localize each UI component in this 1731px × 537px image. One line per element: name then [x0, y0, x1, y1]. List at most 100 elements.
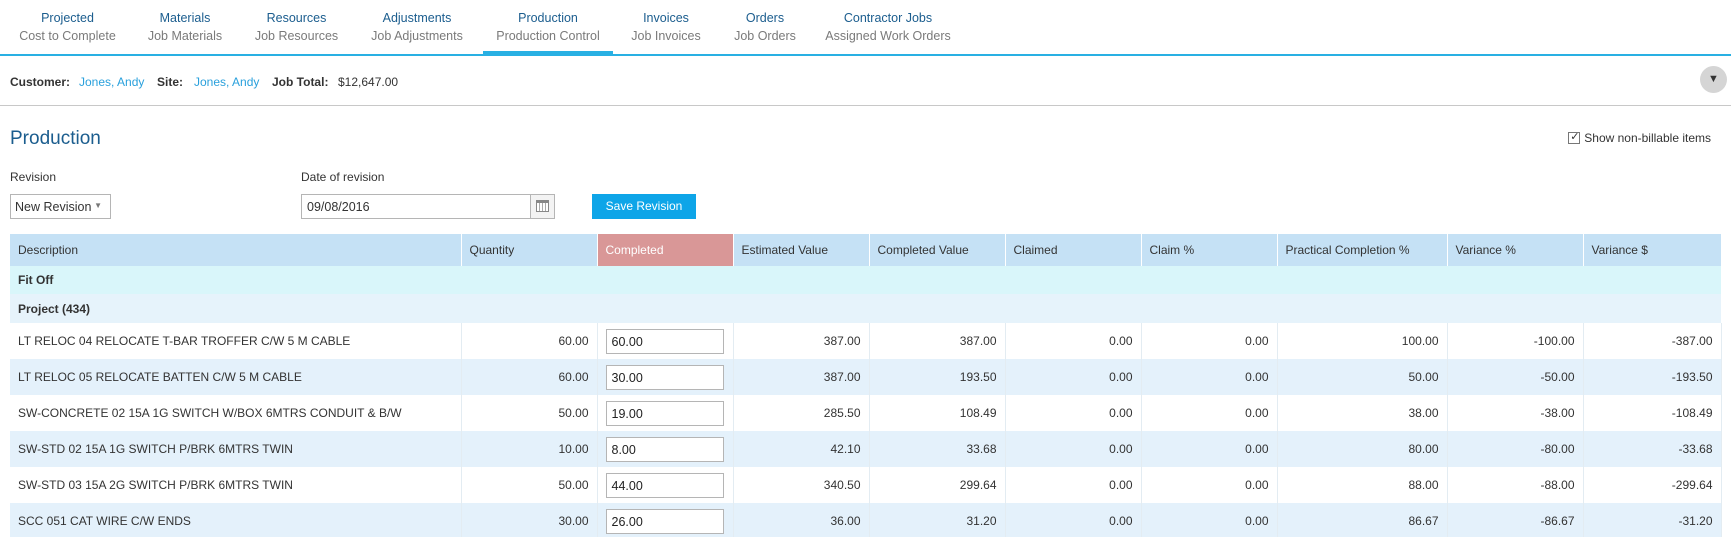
- cell-description: LT RELOC 05 RELOCATE BATTEN C/W 5 M CABL…: [10, 359, 462, 395]
- completed-input[interactable]: 26.00: [605, 508, 724, 534]
- tab-sublabel: Production Control: [496, 29, 600, 43]
- cell-claimed: 0.00: [1005, 395, 1142, 431]
- site-link[interactable]: Jones, Andy: [194, 75, 259, 89]
- tab-label: Contractor Jobs: [843, 11, 933, 25]
- tab-orders[interactable]: Orders Job Orders: [725, 0, 805, 54]
- revision-label: Revision: [10, 170, 57, 184]
- cell-variance-percent: -80.00: [1447, 431, 1584, 467]
- cell-completed: 8.00: [597, 431, 734, 467]
- tab-sublabel: Job Invoices: [631, 29, 701, 43]
- cell-completed-value: 33.68: [869, 431, 1006, 467]
- customer-label: Customer:: [10, 75, 71, 89]
- job-total-value: $12,647.00: [338, 75, 399, 89]
- checkbox-checked-icon[interactable]: [1568, 130, 1581, 144]
- cell-completed: 44.00: [597, 467, 734, 503]
- cell-completed-value: 387.00: [869, 323, 1006, 359]
- tab-sublabel: Job Materials: [147, 29, 223, 43]
- cell-variance-percent: -38.00: [1447, 395, 1584, 431]
- cell-completed-value: 299.64: [869, 467, 1006, 503]
- cell-estimated-value: 36.00: [733, 503, 870, 537]
- cell-variance-dollar: -299.64: [1583, 467, 1722, 503]
- cell-estimated-value: 42.10: [733, 431, 870, 467]
- tab-projected[interactable]: Projected Cost to Complete: [10, 0, 125, 54]
- completed-input[interactable]: 60.00: [605, 328, 724, 354]
- cell-completed-value: 193.50: [869, 359, 1006, 395]
- table-row[interactable]: LT RELOC 05 RELOCATE BATTEN C/W 5 M CABL…: [10, 359, 1722, 395]
- cell-variance-percent: -100.00: [1447, 323, 1584, 359]
- table-row[interactable]: SCC 051 CAT WIRE C/W ENDS 30.00 26.00 36.00…: [10, 503, 1722, 537]
- cell-description: SCC 051 CAT WIRE C/W ENDS: [10, 503, 462, 537]
- col-quantity[interactable]: Quantity: [461, 234, 598, 266]
- show-nonbillable-toggle[interactable]: Show non-billable items: [1568, 130, 1711, 145]
- production-table: Description Quantity Completed Estimated…: [10, 234, 1722, 537]
- date-of-revision-input[interactable]: 09/08/2016: [301, 194, 555, 219]
- completed-input[interactable]: 30.00: [605, 364, 724, 390]
- cell-variance-dollar: -193.50: [1583, 359, 1722, 395]
- tab-label: Orders: [745, 11, 785, 25]
- tab-invoices[interactable]: Invoices Job Invoices: [626, 0, 706, 54]
- page-title: Production: [10, 128, 101, 149]
- cell-completed: 26.00: [597, 503, 734, 537]
- cell-quantity: 50.00: [461, 467, 598, 503]
- cell-claim-percent: 0.00: [1141, 503, 1278, 537]
- table-row[interactable]: SW-STD 03 15A 2G SWITCH P/BRK 6MTRS TWIN…: [10, 467, 1722, 503]
- tab-sublabel: Job Adjustments: [371, 29, 463, 43]
- cell-estimated-value: 387.00: [733, 359, 870, 395]
- col-completed-value[interactable]: Completed Value: [869, 234, 1006, 266]
- cell-estimated-value: 387.00: [733, 323, 870, 359]
- col-variance-percent[interactable]: Variance %: [1447, 234, 1584, 266]
- cell-variance-dollar: -33.68: [1583, 431, 1722, 467]
- cell-variance-dollar: -31.20: [1583, 503, 1722, 537]
- cell-description: SW-CONCRETE 02 15A 1G SWITCH W/BOX 6MTRS…: [10, 395, 462, 431]
- tab-sublabel: Cost to Complete: [19, 29, 116, 43]
- table-row[interactable]: LT RELOC 04 RELOCATE T-BAR TROFFER C/W 5…: [10, 323, 1722, 359]
- cell-quantity: 60.00: [461, 359, 598, 395]
- completed-input[interactable]: 8.00: [605, 436, 724, 462]
- col-variance-dollar[interactable]: Variance $: [1583, 234, 1722, 266]
- calendar-icon: [536, 200, 549, 212]
- cell-description: SW-STD 03 15A 2G SWITCH P/BRK 6MTRS TWIN: [10, 467, 462, 503]
- completed-input[interactable]: 44.00: [605, 472, 724, 498]
- tab-contractor-jobs[interactable]: Contractor Jobs Assigned Work Orders: [822, 0, 954, 54]
- tab-resources[interactable]: Resources Job Resources: [250, 0, 343, 54]
- cell-completed: 60.00: [597, 323, 734, 359]
- cell-variance-dollar: -108.49: [1583, 395, 1722, 431]
- table-row[interactable]: SW-STD 02 15A 1G SWITCH P/BRK 6MTRS TWIN…: [10, 431, 1722, 467]
- tab-materials[interactable]: Materials Job Materials: [140, 0, 230, 54]
- group-label: Fit Off: [10, 266, 1721, 294]
- cell-description: LT RELOC 04 RELOCATE T-BAR TROFFER C/W 5…: [10, 323, 462, 359]
- col-claim-percent[interactable]: Claim %: [1141, 234, 1278, 266]
- cell-completed-value: 31.20: [869, 503, 1006, 537]
- calendar-button[interactable]: [530, 195, 554, 218]
- subgroup-row: Project (434): [10, 294, 1721, 323]
- tab-production[interactable]: Production Production Control: [483, 0, 613, 56]
- cell-claim-percent: 0.00: [1141, 359, 1278, 395]
- cell-claimed: 0.00: [1005, 359, 1142, 395]
- cell-completed: 19.00: [597, 395, 734, 431]
- cell-claimed: 0.00: [1005, 503, 1142, 537]
- customer-link[interactable]: Jones, Andy: [79, 75, 144, 89]
- col-estimated-value[interactable]: Estimated Value: [733, 234, 870, 266]
- col-description[interactable]: Description: [10, 234, 462, 266]
- cell-description: SW-STD 02 15A 1G SWITCH P/BRK 6MTRS TWIN: [10, 431, 462, 467]
- collapse-toggle-button[interactable]: ▼: [1700, 66, 1727, 93]
- revision-select[interactable]: New Revision ▼: [10, 194, 111, 219]
- cell-completed: 30.00: [597, 359, 734, 395]
- cell-variance-percent: -86.67: [1447, 503, 1584, 537]
- revision-select-value: New Revision: [15, 200, 92, 214]
- save-revision-button[interactable]: Save Revision: [592, 194, 696, 219]
- table-row[interactable]: SW-CONCRETE 02 15A 1G SWITCH W/BOX 6MTRS…: [10, 395, 1722, 431]
- job-total-label: Job Total:: [272, 75, 329, 89]
- cell-practical-completion: 80.00: [1277, 431, 1448, 467]
- col-practical-completion[interactable]: Practical Completion %: [1277, 234, 1448, 266]
- tab-sublabel: Job Orders: [734, 29, 796, 43]
- table-header-row: Description Quantity Completed Estimated…: [10, 234, 1722, 266]
- cell-practical-completion: 88.00: [1277, 467, 1448, 503]
- tab-adjustments[interactable]: Adjustments Job Adjustments: [364, 0, 470, 54]
- cell-claimed: 0.00: [1005, 323, 1142, 359]
- col-completed[interactable]: Completed: [597, 234, 734, 266]
- cell-quantity: 60.00: [461, 323, 598, 359]
- completed-input[interactable]: 19.00: [605, 400, 724, 426]
- col-claimed[interactable]: Claimed: [1005, 234, 1142, 266]
- cell-claim-percent: 0.00: [1141, 431, 1278, 467]
